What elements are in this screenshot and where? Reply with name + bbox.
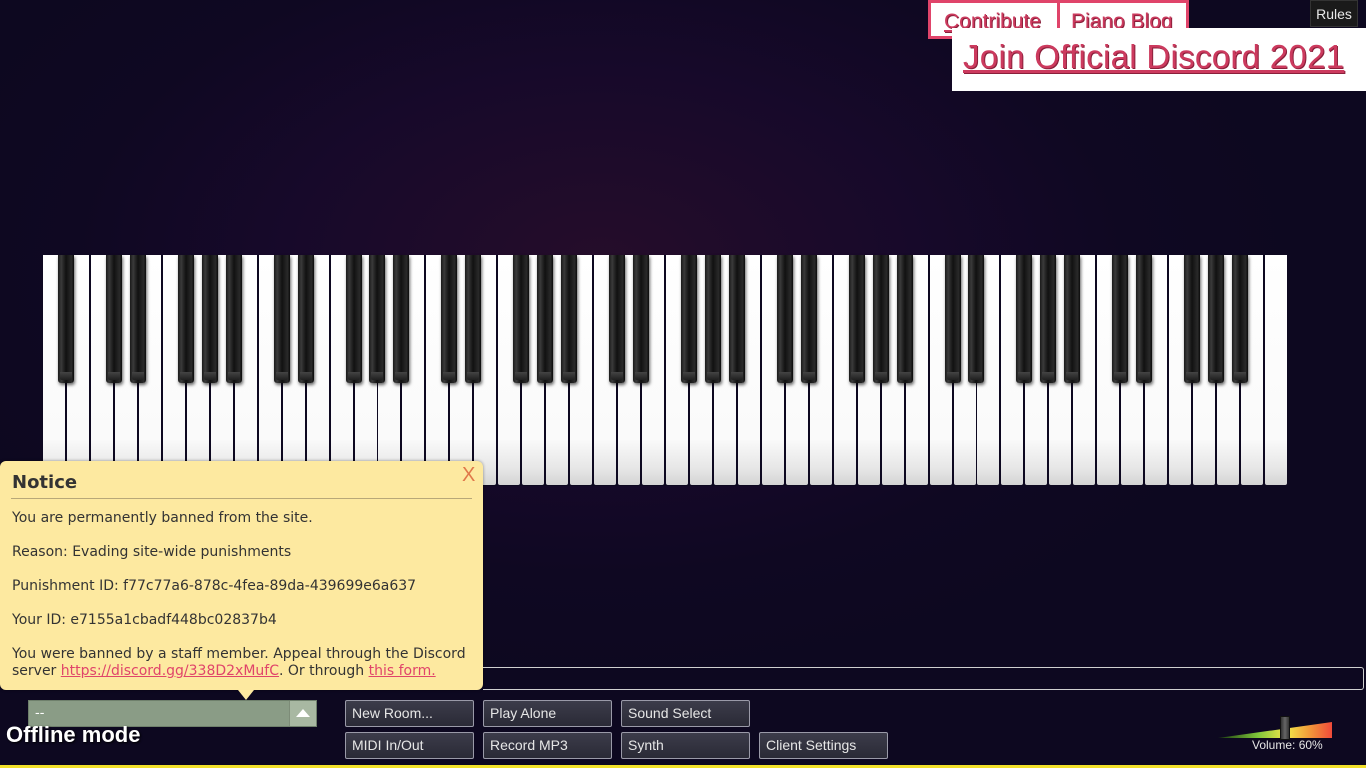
new-room-button[interactable]: New Room...: [345, 700, 474, 727]
black-key[interactable]: [346, 255, 362, 383]
notice-title: Notice: [12, 472, 78, 493]
notice-popup: Notice X You are permanently banned from…: [0, 461, 483, 700]
black-key[interactable]: [1184, 255, 1200, 383]
black-key[interactable]: [705, 255, 721, 383]
white-key[interactable]: [1265, 255, 1287, 485]
volume-label: Volume: 60%: [1252, 738, 1323, 752]
black-key[interactable]: [1016, 255, 1032, 383]
black-key[interactable]: [777, 255, 793, 383]
black-key[interactable]: [1208, 255, 1224, 383]
close-icon[interactable]: X: [462, 464, 475, 487]
black-key[interactable]: [369, 255, 385, 383]
black-key[interactable]: [298, 255, 314, 383]
black-key[interactable]: [873, 255, 889, 383]
black-key[interactable]: [729, 255, 745, 383]
black-key[interactable]: [801, 255, 817, 383]
discord-banner: Join Official Discord 2021: [952, 28, 1366, 91]
black-key[interactable]: [849, 255, 865, 383]
punishment-id: Punishment ID: f77c77a6-878c-4fea-89da-4…: [12, 578, 417, 594]
black-key[interactable]: [226, 255, 242, 383]
black-key[interactable]: [1136, 255, 1152, 383]
black-key[interactable]: [561, 255, 577, 383]
ban-reason: Reason: Evading site-wide punishments: [12, 544, 292, 560]
ban-message: You are permanently banned from the site…: [12, 510, 313, 526]
black-key[interactable]: [681, 255, 697, 383]
black-key[interactable]: [58, 255, 74, 383]
black-key[interactable]: [968, 255, 984, 383]
black-key[interactable]: [1112, 255, 1128, 383]
black-key[interactable]: [1064, 255, 1080, 383]
client-settings-button[interactable]: Client Settings: [759, 732, 888, 759]
black-key[interactable]: [897, 255, 913, 383]
rules-button[interactable]: Rules: [1310, 0, 1358, 27]
black-key[interactable]: [945, 255, 961, 383]
synth-button[interactable]: Synth: [621, 732, 750, 759]
black-key[interactable]: [1040, 255, 1056, 383]
chat-input[interactable]: [483, 667, 1364, 690]
appeal-text: You were banned by a staff member. Appea…: [12, 646, 472, 680]
appeal-middle: . Or through: [278, 663, 369, 679]
black-key[interactable]: [274, 255, 290, 383]
volume-control[interactable]: Volume: 60%: [1218, 716, 1334, 756]
volume-ramp: [1218, 722, 1332, 738]
black-key[interactable]: [441, 255, 457, 383]
notice-divider: [11, 498, 472, 499]
black-key[interactable]: [513, 255, 529, 383]
room-select-value: --: [35, 706, 45, 721]
appeal-form-link[interactable]: this form.: [369, 663, 436, 679]
black-key[interactable]: [537, 255, 553, 383]
black-key[interactable]: [1232, 255, 1248, 383]
discord-link[interactable]: Join Official Discord 2021: [963, 38, 1344, 76]
black-key[interactable]: [178, 255, 194, 383]
chevron-up-icon[interactable]: [289, 701, 316, 726]
black-key[interactable]: [609, 255, 625, 383]
black-key[interactable]: [130, 255, 146, 383]
offline-status: Offline mode: [6, 722, 141, 747]
play-alone-button[interactable]: Play Alone: [483, 700, 612, 727]
volume-knob[interactable]: [1280, 716, 1290, 740]
black-key[interactable]: [633, 255, 649, 383]
black-key[interactable]: [393, 255, 409, 383]
black-key[interactable]: [465, 255, 481, 383]
discord-appeal-link[interactable]: https://discord.gg/338D2xMufC: [61, 663, 279, 679]
sound-select-button[interactable]: Sound Select: [621, 700, 750, 727]
black-key[interactable]: [202, 255, 218, 383]
record-mp3-button[interactable]: Record MP3: [483, 732, 612, 759]
black-key[interactable]: [106, 255, 122, 383]
piano-keyboard: [42, 255, 1288, 486]
user-id: Your ID: e7155a1cbadf448bc02837b4: [12, 612, 277, 628]
midi-button[interactable]: MIDI In/Out: [345, 732, 474, 759]
